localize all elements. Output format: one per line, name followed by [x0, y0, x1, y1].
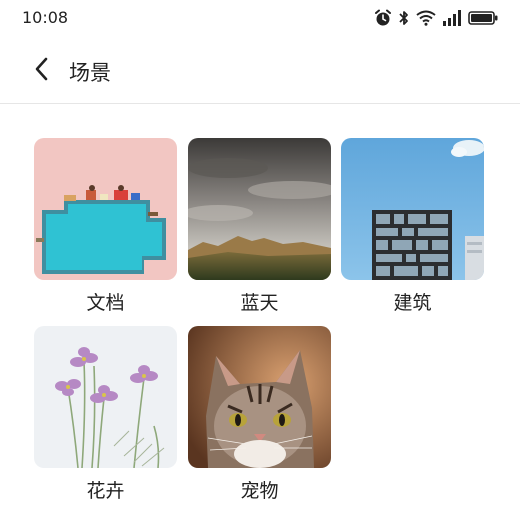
status-bar: 10:08: [0, 0, 520, 36]
scene-tile-document[interactable]: 文档: [34, 138, 177, 315]
chevron-left-icon: [28, 57, 58, 88]
sky-mountain-photo: [188, 138, 331, 280]
scene-tile-pets[interactable]: 宠物: [188, 326, 331, 503]
scene-label: 蓝天: [240, 292, 279, 314]
scene-label: 宠物: [240, 480, 279, 502]
signal-icon: [442, 10, 462, 26]
back-button[interactable]: [28, 54, 58, 84]
status-time: 10:08: [22, 8, 69, 27]
scene-tile-flowers[interactable]: 花卉: [34, 326, 177, 503]
scene-label: 建筑: [393, 292, 432, 314]
building-photo: [341, 138, 484, 280]
page-title: 场景: [69, 61, 111, 85]
alarm-icon: [374, 9, 392, 27]
header: 场景: [0, 40, 520, 102]
pool-photo: [34, 138, 177, 280]
flower-photo: [34, 326, 177, 468]
status-icons: [374, 8, 498, 28]
wifi-icon: [416, 10, 436, 26]
bluetooth-icon: [398, 9, 410, 27]
scene-label: 文档: [86, 292, 125, 314]
scene-label: 花卉: [86, 480, 125, 502]
scene-tile-blue-sky[interactable]: 蓝天: [188, 138, 331, 315]
battery-icon: [468, 10, 498, 26]
cat-photo: [188, 326, 331, 468]
header-divider: [0, 103, 520, 104]
scene-tile-building[interactable]: 建筑: [341, 138, 484, 315]
